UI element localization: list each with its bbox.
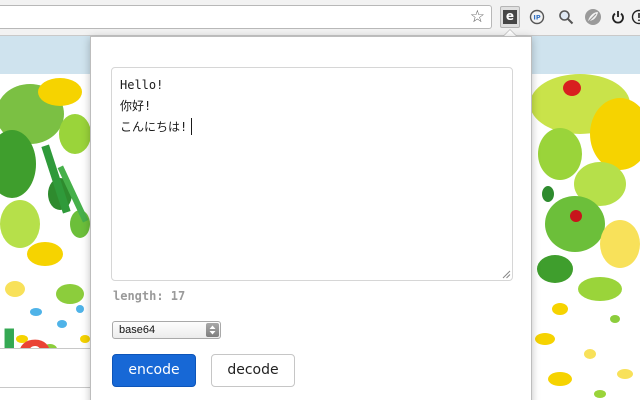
search-icon xyxy=(559,10,574,25)
power-icon xyxy=(612,11,624,24)
search-extension-button[interactable] xyxy=(557,8,575,26)
text-caret xyxy=(191,118,193,135)
svg-text:IP: IP xyxy=(533,14,540,22)
extension-popup: Hello! 你好! こんにちは! length: 17 base64 enco… xyxy=(90,36,532,400)
leaf-extension-button[interactable] xyxy=(584,8,602,26)
ip-extension-button[interactable]: IP xyxy=(528,8,546,26)
text-line-3: こんにちは! xyxy=(120,117,504,138)
leaf-icon xyxy=(585,9,601,25)
resize-grip-icon[interactable] xyxy=(502,270,511,279)
text-line-1: Hello! xyxy=(120,78,164,92)
encoding-select-value: base64 xyxy=(119,324,156,336)
star-icon[interactable]: ☆ xyxy=(470,7,485,27)
encode-extension-icon: e xyxy=(503,10,517,24)
encode-button[interactable]: encode xyxy=(112,354,196,387)
select-arrows-icon xyxy=(206,323,219,337)
text-line-2: 你好! xyxy=(120,99,152,113)
info-icon xyxy=(631,9,640,25)
info-extension-button[interactable] xyxy=(630,8,640,26)
encode-extension-button[interactable]: e xyxy=(500,6,520,28)
ip-icon: IP xyxy=(529,9,545,25)
input-textarea[interactable]: Hello! 你好! こんにちは! xyxy=(111,67,513,281)
text-line-3-content: こんにちは! xyxy=(120,120,188,134)
browser-window: ☆ e IP Hello! 你好! こんにちは! length: 17 base… xyxy=(0,0,640,400)
decode-button[interactable]: decode xyxy=(211,354,295,387)
length-counter: length: 17 xyxy=(113,289,186,303)
address-bar[interactable]: ☆ xyxy=(0,5,492,29)
power-extension-button[interactable] xyxy=(609,8,627,26)
page-search-box[interactable] xyxy=(0,348,92,388)
browser-toolbar: ☆ e IP xyxy=(0,0,640,36)
encoding-select[interactable]: base64 xyxy=(112,321,221,339)
